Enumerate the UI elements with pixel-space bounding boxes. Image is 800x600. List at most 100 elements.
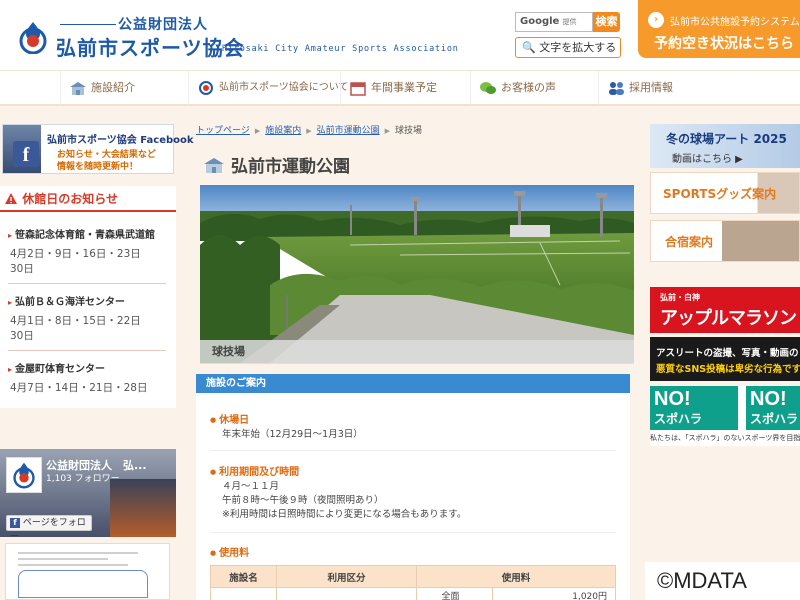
info-heading: 施設のご案内 (196, 374, 630, 393)
facility-name: 弘前Ｂ＆Ｇ海洋センター (8, 293, 166, 308)
facility-building-icon (204, 158, 224, 173)
facility-dates: 4月1日・8日・15日・22日 30日 (8, 314, 166, 344)
logo-rule (60, 24, 116, 25)
athlete-banner-line1: アスリートの盗撮、写真・動画の (656, 348, 799, 359)
table-header-row: 施設名 利用区分 使用料 (210, 565, 616, 588)
facebook-banner[interactable]: f 弘前市スポーツ協会 Facebook お知らせ・大会結果など 情報を随時更新… (2, 124, 194, 174)
follow-page-button[interactable]: f ページをフォロー (6, 515, 92, 537)
search-button[interactable]: 検索 (593, 12, 620, 32)
page-title-text: 弘前市運動公園 (231, 157, 350, 177)
facility-dates: 4月7日・14日・21日・28日 (8, 381, 166, 396)
copyright-watermark: ©MDATA (645, 562, 800, 600)
chevron-right-icon: ▶ (384, 127, 391, 135)
athlete-banner-line2: 悪質なSNS投稿は卑劣な行為です (656, 364, 800, 375)
nav-item-recruitment[interactable]: 採用情報 (598, 71, 728, 105)
sports-goods-banner[interactable]: SPORTSグッズ案内 (650, 172, 800, 214)
association-logo-icon[interactable] (18, 20, 48, 54)
warning-icon (5, 193, 17, 204)
nospo-label: スポハラ (654, 412, 703, 426)
athlete-protection-banner[interactable]: アスリートの盗撮、写真・動画の 悪質なSNS投稿は卑劣な行為です (650, 337, 800, 381)
date-line: 4月2日・9日・16日・23日 (10, 248, 141, 260)
magnifier-icon: 🔍 (522, 41, 536, 54)
training-camp-banner[interactable]: 合宿案内 (650, 220, 800, 262)
follow-label: ページをフォロー (10, 518, 86, 537)
table-header: 使用料 (416, 565, 616, 588)
chat-icon (480, 82, 496, 94)
facebook-page-widget[interactable]: 公益財団法人 弘... 1,103 フォロワー f ページをフォロー (0, 449, 176, 537)
enlarge-text-button[interactable]: 🔍 文字を拡大する (515, 37, 621, 58)
breadcrumb-link[interactable]: 施設案内 (265, 126, 301, 136)
search-input[interactable]: Google 提供 (515, 12, 593, 32)
arrow-right-icon: › (648, 12, 664, 28)
breadcrumb-link[interactable]: 弘前市運動公園 (317, 126, 380, 136)
chevron-right-icon: ▶ (254, 127, 261, 135)
reservation-system-button[interactable]: › 弘前市公共施設予約システム 予約空き状況はこちら (638, 0, 800, 58)
hours-title: 利用期間及び時間 (210, 463, 299, 478)
hours-body: ４月〜１１月 午前８時〜午後９時（夜間照明あり） ※利用時間は日照時間により変更… (222, 480, 466, 522)
marathon-banner-title: アップルマラソン (660, 308, 797, 329)
org-name[interactable]: 弘前市スポーツ協会 (56, 32, 245, 61)
doc-text-line (18, 558, 108, 560)
document-thumbnail[interactable] (5, 543, 170, 600)
nav-label: お客様の声 (501, 81, 556, 94)
nospo-label: スポハラ (750, 412, 799, 426)
facebook-icon: f (10, 518, 20, 528)
reservation-line2: 予約空き状況はこちら (654, 36, 794, 52)
date-line: 4月1日・8日・15日・22日 (10, 315, 141, 327)
facility-item[interactable]: 弘前Ｂ＆Ｇ海洋センター 4月1日・8日・15日・22日 30日 (8, 293, 166, 351)
facility-photo (200, 185, 634, 363)
facility-item[interactable]: 金屋町体育センター 4月7日・14日・21日・28日 (8, 360, 166, 402)
nospo-panel: NO! スポハラ (746, 386, 800, 430)
logo-icon (199, 81, 213, 95)
section-divider (210, 450, 616, 451)
camp-banner-label: 合宿案内 (665, 235, 714, 249)
fb-banner-line2: 情報を随時更新中！ (57, 162, 139, 172)
fee-table: 施設名 利用区分 使用料 全面 1,020円 (210, 565, 617, 600)
breadcrumb-link[interactable]: トップページ (196, 126, 250, 136)
nospo-no: NO! (654, 388, 691, 410)
marathon-banner-sub: 弘前・白神 (660, 293, 700, 302)
date-line: 30日 (10, 330, 34, 342)
facility-name: 金屋町体育センター (8, 360, 166, 375)
closed-days-title: 休館日のお知らせ (22, 192, 118, 206)
hours-line: 午前８時〜午後９時（夜間照明あり） (222, 495, 384, 506)
fb-banner-title: 弘前市スポーツ協会 Facebook (47, 135, 194, 146)
cover-photo (110, 479, 176, 537)
facebook-icon: f (13, 141, 39, 167)
nav-item-annual-schedule[interactable]: 年間事業予定 (340, 71, 470, 105)
org-prefix: 公益財団法人 (118, 17, 208, 33)
apple-marathon-banner[interactable]: 弘前・白神 アップルマラソン (650, 287, 800, 333)
nospo-footer: 私たちは、「スポハラ」のないスポーツ界を目指します。 (650, 434, 800, 442)
table-header: 施設名 (210, 565, 277, 588)
photo-caption: 球技場 (200, 340, 634, 364)
no-sports-harassment-banner[interactable]: NO! スポハラ NO! スポハラ 私たちは、「スポハラ」のないスポーツ界を目指… (650, 386, 800, 446)
facility-dates: 4月2日・9日・16日・23日 30日 (8, 247, 166, 277)
nav-item-about[interactable]: 弘前市スポーツ協会について (188, 71, 349, 105)
fee-title: 使用料 (210, 544, 249, 559)
main-nav: 施設紹介 弘前市スポーツ協会について 年間事業予定 お客様の声 採用情報 (0, 70, 800, 106)
facility-item[interactable]: 笹森記念体育館・青森県武道館 4月2日・9日・16日・23日 30日 (8, 226, 166, 284)
closed-day-title: 休場日 (210, 411, 249, 426)
doc-frame (18, 570, 148, 598)
site-header: 公益財団法人 弘前市スポーツ協会 Hirosaki City Amateur S… (0, 0, 800, 70)
winter-banner-title: 冬の球場アート 2025 (666, 132, 787, 146)
nospo-no: NO! (750, 388, 787, 410)
reservation-line1: 弘前市公共施設予約システム (670, 17, 800, 28)
nav-label: 弘前市スポーツ協会について (219, 82, 349, 93)
table-cell: 全面 (416, 587, 493, 600)
nav-label: 施設紹介 (91, 81, 135, 94)
facility-info-card: 施設のご案内 休場日 年末年始（12月29日〜1月3日） 利用期間及び時間 ４月… (196, 374, 630, 600)
nav-item-customer-voice[interactable]: お客様の声 (470, 71, 598, 105)
hours-line: ４月〜１１月 (222, 481, 280, 492)
enlarge-text-label: 文字を拡大する (539, 41, 617, 54)
closed-day-body: 年末年始（12月29日〜1月3日） (222, 429, 363, 440)
org-name-en: Hirosaki City Amateur Sports Association (222, 44, 459, 54)
doc-text-line (18, 564, 128, 566)
winter-art-banner[interactable]: 冬の球場アート 2025 動画はこちら ▶ (650, 124, 800, 168)
page-avatar[interactable] (6, 457, 42, 493)
section-divider (210, 532, 616, 533)
winter-banner-link: 動画はこちら ▶ (672, 154, 743, 165)
page-title: 弘前市運動公園 (203, 152, 350, 177)
nav-item-facilities[interactable]: 施設紹介 (60, 71, 188, 105)
fb-follower-count: 1,103 フォロワー (46, 474, 120, 484)
